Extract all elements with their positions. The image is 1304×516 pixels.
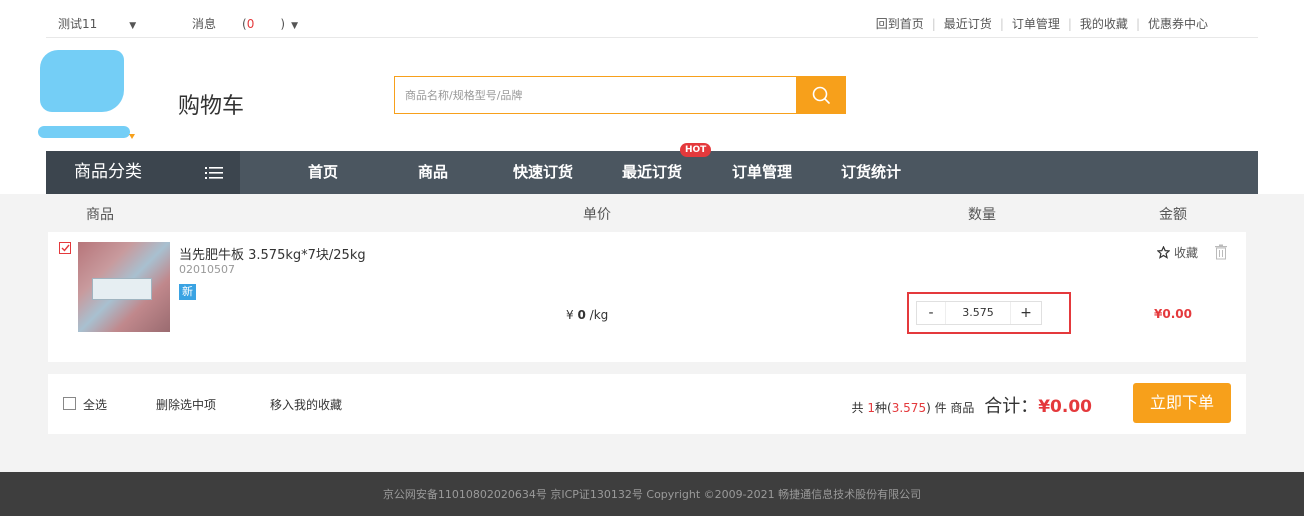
- user-menu[interactable]: 测试11 ▼: [58, 17, 162, 31]
- messages-count: 0: [246, 17, 255, 31]
- delete-button[interactable]: [1214, 244, 1228, 263]
- messages-menu[interactable]: 消息 (0) ▼: [192, 17, 324, 31]
- nav-order-stats[interactable]: 订货统计: [841, 151, 901, 194]
- link-my-favorites[interactable]: 我的收藏: [1080, 17, 1128, 31]
- summary-prefix: 共: [851, 401, 864, 415]
- category-menu[interactable]: 商品分类: [46, 151, 240, 194]
- unit-price: ¥ 0 /kg: [566, 308, 608, 322]
- search-button[interactable]: [796, 76, 845, 114]
- column-product: 商品: [86, 207, 114, 223]
- column-amount: 金额: [1159, 207, 1187, 223]
- increase-button[interactable]: +: [1011, 302, 1041, 324]
- nav-quick-order[interactable]: 快速订货: [513, 151, 573, 194]
- nav-products[interactable]: 商品: [418, 151, 448, 194]
- select-all-label[interactable]: 全选: [83, 396, 107, 413]
- total-amount: ¥0.00: [1038, 397, 1092, 417]
- kinds-unit: 种(: [875, 401, 892, 415]
- price-currency: ¥: [566, 308, 574, 322]
- copyright-text: 京公网安备11010802020634号 京ICP证130132号 Copyri…: [382, 488, 922, 501]
- new-badge: 新: [179, 284, 196, 300]
- move-to-favorites-link[interactable]: 移入我的收藏: [270, 396, 342, 413]
- link-coupon-center[interactable]: 优惠券中心: [1148, 17, 1208, 31]
- chevron-down-icon: ▼: [129, 21, 137, 31]
- quantity-suffix: ) 件 商品: [926, 401, 975, 415]
- logo[interactable]: [40, 50, 124, 112]
- messages-label: 消息: [192, 17, 217, 31]
- search-icon: [812, 86, 830, 104]
- total-label: 合计：: [984, 396, 1039, 417]
- link-recent-orders[interactable]: 最近订货: [944, 17, 992, 31]
- nav-order-management[interactable]: 订单管理: [732, 151, 792, 194]
- chevron-down-icon: ▼: [291, 21, 298, 31]
- main-nav: 商品分类 首页 商品 快速订货 最近订货 HOT 订单管理 订货统计: [0, 143, 1304, 194]
- list-menu-icon: [205, 167, 223, 179]
- search-input[interactable]: [395, 77, 797, 113]
- product-code: 02010507: [179, 263, 235, 276]
- star-icon: [1156, 245, 1171, 259]
- kinds-count: 1: [867, 401, 876, 415]
- separator: |: [999, 17, 1004, 31]
- separator: |: [1067, 17, 1072, 31]
- category-label: 商品分类: [74, 162, 142, 182]
- cart-action-bar: 全选 删除选中项 移入我的收藏 共 1种(3.575) 件 商品 合计：¥0.0…: [48, 374, 1246, 434]
- link-home[interactable]: 回到首页: [876, 17, 924, 31]
- header: 购物车: [0, 38, 1304, 151]
- favorite-label: 收藏: [1174, 246, 1199, 260]
- check-icon: [61, 244, 70, 252]
- item-amount: ¥0.00: [1154, 307, 1192, 321]
- nav-home[interactable]: 首页: [308, 151, 338, 194]
- link-order-management[interactable]: 订单管理: [1012, 17, 1060, 31]
- trash-icon: [1215, 244, 1227, 260]
- page-title: 购物车: [178, 94, 245, 119]
- select-all-checkbox[interactable]: [63, 397, 76, 410]
- logo-underline: [38, 126, 130, 138]
- place-order-button[interactable]: 立即下单: [1133, 383, 1231, 423]
- favorite-button[interactable]: 收藏: [1156, 244, 1199, 261]
- cart-item-row: 当先肥牛板 3.575kg*7块/25kg 02010507 新 ¥ 0 /kg…: [48, 232, 1246, 362]
- page-footer: 京公网安备11010802020634号 京ICP证130132号 Copyri…: [0, 472, 1304, 516]
- quantity-input[interactable]: 3.575: [945, 302, 1011, 324]
- quantity-stepper: - 3.575 +: [916, 301, 1042, 325]
- hot-badge: HOT: [680, 143, 712, 157]
- product-name[interactable]: 当先肥牛板 3.575kg*7块/25kg: [179, 244, 366, 263]
- separator: |: [1135, 17, 1140, 31]
- cart-summary: 共 1种(3.575) 件 商品 合计：¥0.00: [852, 392, 1092, 418]
- delete-selected-link[interactable]: 删除选中项: [156, 396, 216, 413]
- column-unit-price: 单价: [583, 207, 611, 223]
- package-label: [92, 278, 152, 300]
- search-box: [394, 76, 846, 114]
- decrease-button[interactable]: -: [917, 302, 945, 324]
- column-quantity: 数量: [968, 207, 996, 223]
- item-checkbox[interactable]: [59, 242, 71, 254]
- logo-caret-icon: [129, 134, 135, 139]
- quantity-total: 3.575: [891, 401, 927, 415]
- separator: |: [931, 17, 936, 31]
- product-image[interactable]: [78, 242, 170, 332]
- user-name: 测试11: [58, 17, 98, 31]
- price-unit: /kg: [589, 308, 609, 322]
- price-value: 0: [577, 308, 586, 322]
- nav-recent-orders[interactable]: 最近订货: [622, 151, 682, 194]
